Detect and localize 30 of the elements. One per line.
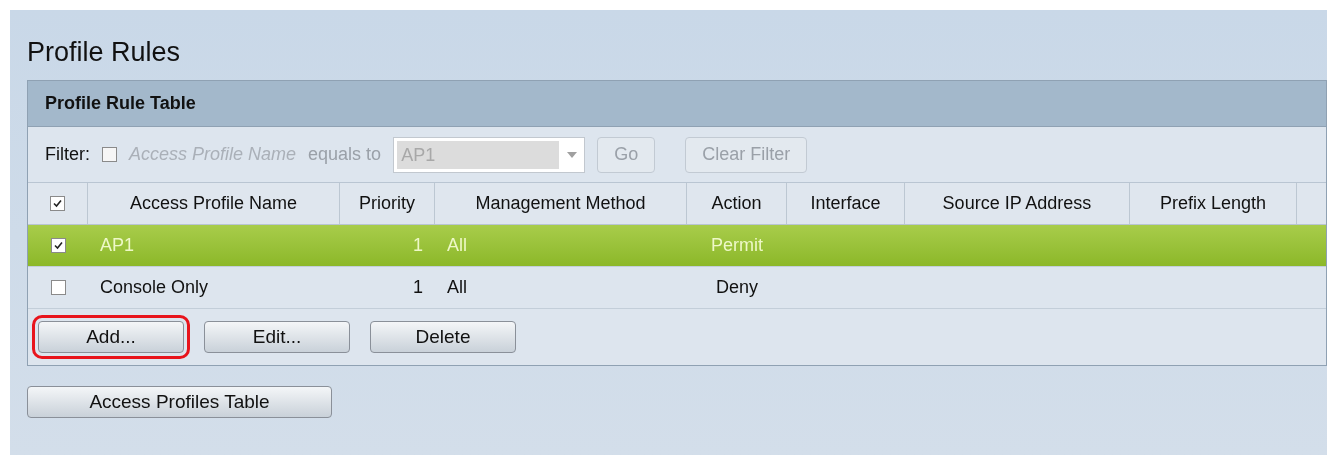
column-header: Prefix Length — [1130, 183, 1297, 224]
checkbox[interactable] — [50, 280, 66, 295]
table-cell-text: 1 — [412, 234, 423, 257]
column-header: Priority — [340, 183, 435, 224]
checkbox[interactable] — [102, 147, 117, 162]
column-header: Source IP Address — [905, 183, 1130, 224]
check-icon — [52, 240, 64, 251]
check-icon — [52, 198, 63, 209]
table-cell-text: All — [447, 276, 468, 299]
filter-label: Filter: — [45, 143, 90, 166]
table-cell-text: Console Only — [100, 276, 210, 299]
table-cell-text: 1 — [412, 276, 423, 299]
table-cell-text: All — [447, 234, 468, 257]
checkbox[interactable] — [50, 238, 66, 253]
table-cell-text: Permit — [710, 234, 764, 257]
caret-icon — [567, 151, 578, 158]
checkbox[interactable] — [50, 196, 65, 211]
column-header: Interface — [787, 183, 905, 224]
table-cell-text: AP1 — [100, 234, 136, 257]
add-button[interactable]: Add... — [38, 321, 184, 353]
table-title: Profile Rule Table — [28, 81, 1326, 127]
delete-button[interactable]: Delete — [370, 321, 516, 353]
column-header: Management Method — [435, 183, 687, 224]
edit-button[interactable]: Edit... — [204, 321, 350, 353]
filter-operator: equals to — [308, 143, 382, 166]
access-profiles-table-button[interactable]: Access Profiles Table — [27, 386, 332, 418]
table-cell-text: Deny — [715, 276, 759, 299]
page-title: Profile Rules — [27, 36, 182, 69]
column-header: Action — [687, 183, 787, 224]
column-header: Access Profile Name — [88, 183, 340, 224]
